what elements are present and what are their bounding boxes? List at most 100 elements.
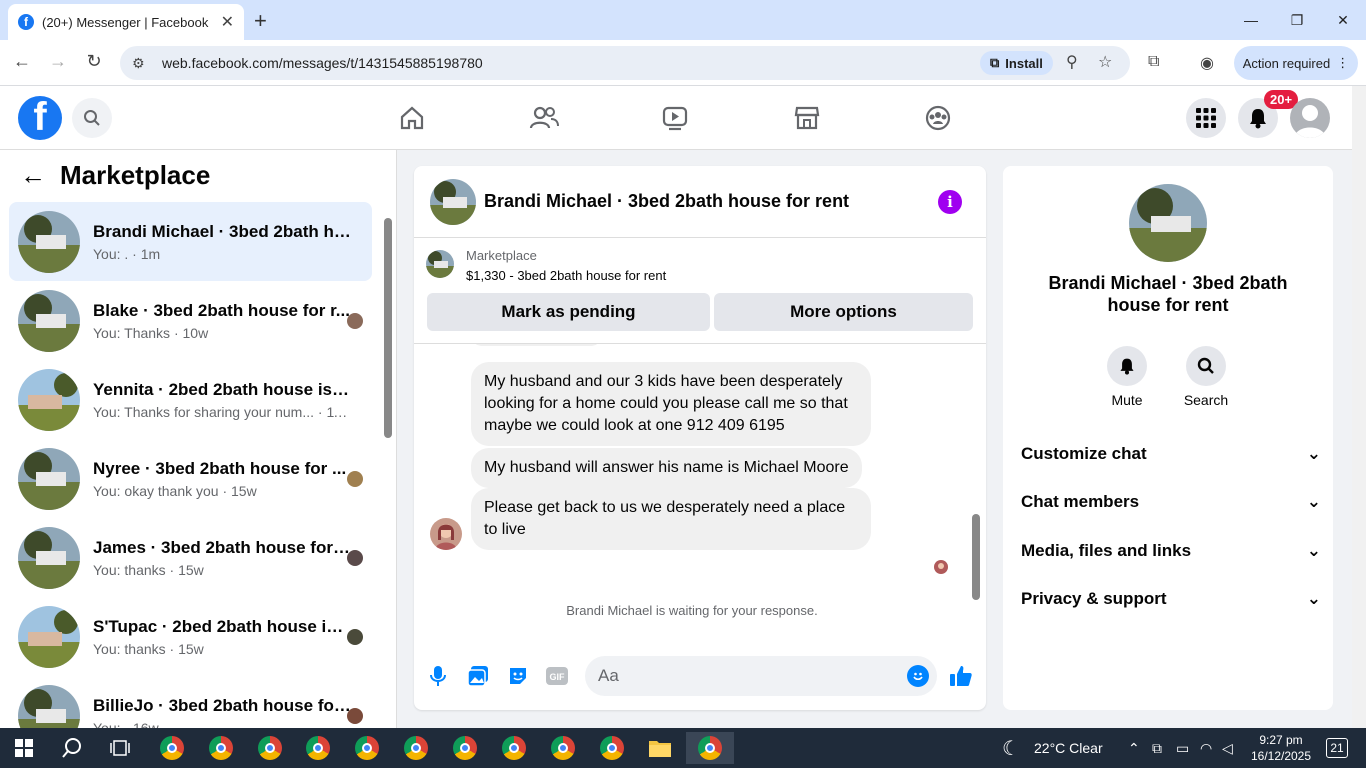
listing-title[interactable]: $1,330 - 3bed 2bath house for rent [466,268,666,283]
conversation-list-scrollbar[interactable] [383,206,393,726]
chrome-taskbar-icon[interactable] [298,732,338,764]
search-in-conversation-button[interactable]: Search [1176,346,1236,408]
search-icon[interactable] [52,732,92,764]
action-required-button[interactable]: Action required ⋮ [1234,46,1358,80]
moon-weather-icon: ☾ [1002,737,1020,760]
privacy-support-section[interactable]: Privacy & support ⌄ [1021,584,1321,614]
house-thumbnail [18,526,80,589]
minimize-button[interactable]: — [1228,0,1274,40]
chrome-taskbar-icon[interactable] [347,732,387,764]
chrome-taskbar-icon[interactable] [445,732,485,764]
chevron-up-icon[interactable]: ⌃ [1128,728,1140,768]
bookmark-star-icon[interactable]: ☆ [1098,52,1112,72]
site-info-icon[interactable]: ⚙ [132,55,152,72]
file-explorer-icon[interactable] [640,732,680,764]
chat-panel: Brandi Michael · 3bed 2bath house for re… [414,166,986,710]
composer-bar: GIF Aa [414,656,986,696]
message-bubble: My husband and our 3 kids have been desp… [471,362,871,446]
chrome-taskbar-icon[interactable] [543,732,583,764]
scrollbar-thumb[interactable] [972,514,980,600]
chrome-taskbar-icon[interactable] [494,732,534,764]
wifi-icon[interactable]: ◠ [1200,728,1212,768]
windows-start-icon[interactable] [4,732,44,764]
tab-search-icon[interactable]: ⧉ [1148,53,1159,71]
more-options-button[interactable]: More options [714,293,973,331]
restore-button[interactable]: ❐ [1274,0,1320,40]
profile-icon[interactable]: ◉ [1200,53,1214,73]
meet-now-icon[interactable]: ⧉ [1152,728,1162,768]
conversation-item[interactable]: Blake · 3bed 2bath house for r... You: Th… [9,281,372,360]
profile-name: Brandi Michael · 3bed 2bath house for re… [1048,273,1288,315]
conversation-item[interactable]: Nyree · 3bed 2bath house for ... You: oka… [9,439,372,518]
home-icon[interactable] [396,102,428,134]
chrome-taskbar-icon[interactable] [201,732,241,764]
gif-icon[interactable]: GIF [545,664,569,688]
scrollbar-thumb[interactable] [384,218,392,438]
marketplace-icon[interactable] [791,102,823,134]
house-thumbnail [18,605,80,668]
conversation-item[interactable]: James · 3bed 2bath house for ... You: tha… [9,518,372,597]
back-button[interactable]: ← [10,51,34,72]
clock[interactable]: 9:27 pm 16/12/2025 [1246,732,1316,764]
chrome-taskbar-icon[interactable] [592,732,632,764]
tab-title: (20+) Messenger | Facebook [42,14,209,30]
page-scrollbar[interactable] [1352,86,1366,728]
thumbs-up-icon[interactable] [949,664,973,688]
search-button[interactable] [72,98,112,138]
weather-text[interactable]: 22°C Clear [1034,728,1103,768]
volume-icon[interactable]: ◁ [1222,728,1233,768]
window-controls: — ❐ ✕ [1228,0,1366,40]
message-bubble [471,344,602,346]
message-input[interactable]: Aa [585,656,937,696]
account-avatar[interactable] [1290,98,1330,138]
chrome-taskbar-icon[interactable] [152,732,192,764]
chat-title[interactable]: Brandi Michael · 3bed 2bath house for re… [484,191,849,212]
browser-tab[interactable]: f (20+) Messenger | Facebook ✕ [8,4,244,40]
address-bar[interactable]: ⚙ web.facebook.com/messages/t/1431545885… [120,46,1130,80]
conversation-item[interactable]: Yennita · 2bed 2bath house is av... You: … [9,360,372,439]
sender-avatar[interactable] [430,518,462,550]
groups-icon[interactable] [922,102,954,134]
info-icon[interactable]: i [938,190,962,214]
friends-icon[interactable] [528,102,560,134]
profile-avatar[interactable] [1129,184,1207,262]
marketplace-listing-box: Marketplace $1,330 - 3bed 2bath house fo… [414,238,986,344]
forward-button[interactable]: → [46,51,70,72]
zoom-icon[interactable]: ⚲ [1066,52,1078,72]
close-tab-icon[interactable]: ✕ [221,12,234,32]
chat-members-section[interactable]: Chat members ⌄ [1021,487,1321,517]
conversation-item[interactable]: BillieJo · 3bed 2bath house for... You: ·… [9,676,372,728]
back-arrow-icon[interactable]: ← [20,160,46,191]
photo-icon[interactable] [466,664,490,688]
media-files-links-section[interactable]: Media, files and links ⌄ [1021,536,1321,566]
mute-button[interactable]: Mute [1097,346,1157,408]
facebook-logo-icon[interactable]: f [18,96,62,140]
chrome-taskbar-icon[interactable] [250,732,290,764]
chat-avatar[interactable] [430,178,476,225]
marketplace-label: Marketplace [466,248,537,263]
mark-as-pending-button[interactable]: Mark as pending [427,293,710,331]
microphone-icon[interactable] [426,664,450,688]
task-view-icon[interactable] [100,732,140,764]
seen-receipt-avatar [934,560,948,574]
customize-chat-section[interactable]: Customize chat ⌄ [1021,439,1321,469]
emoji-icon[interactable] [907,665,929,687]
sticker-icon[interactable] [506,664,530,688]
close-window-button[interactable]: ✕ [1320,0,1366,40]
listing-thumbnail[interactable] [426,250,454,278]
menu-grid-button[interactable] [1186,98,1226,138]
chevron-down-icon: ⌄ [1306,444,1321,463]
install-button[interactable]: ⧉ Install [980,51,1053,75]
participant-avatar [347,470,363,487]
new-tab-button[interactable]: + [254,8,267,34]
chrome-taskbar-icon-active[interactable] [686,732,734,764]
notification-center-icon[interactable]: 21 [1326,738,1348,758]
conversation-item[interactable]: S'Tupac · 2bed 2bath house is ... You: th… [9,597,372,676]
chrome-taskbar-icon[interactable] [396,732,436,764]
list-header: ← Marketplace [20,160,210,191]
reload-button[interactable]: ↻ [82,51,106,72]
conversation-item[interactable]: Brandi Michael · 3bed 2bath hou... You: .… [9,202,372,281]
battery-icon[interactable]: ▭ [1176,728,1189,768]
message-scrollbar[interactable] [970,346,982,636]
video-icon[interactable] [659,102,691,134]
